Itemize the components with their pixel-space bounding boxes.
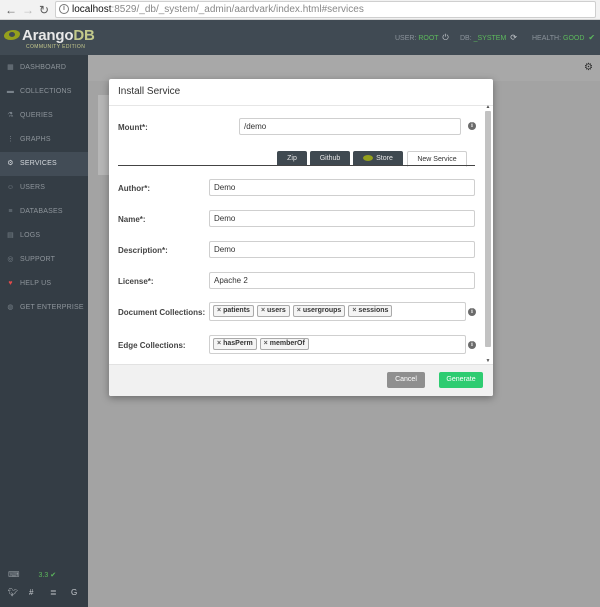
name-label: Name*: xyxy=(118,215,146,224)
collection-tag: × sessions xyxy=(348,305,393,317)
page-info-icon[interactable]: i xyxy=(59,4,69,14)
check-circle-icon: ✔ xyxy=(588,33,596,42)
remove-tag-icon[interactable]: × xyxy=(352,307,356,314)
tab-zip[interactable]: Zip xyxy=(277,151,307,166)
remove-tag-icon[interactable]: × xyxy=(217,307,221,314)
stackoverflow-icon[interactable]: ≣ xyxy=(50,588,71,597)
sidebar-item-users[interactable]: ☺ USERS xyxy=(0,176,88,200)
health-value: GOOD xyxy=(563,35,585,42)
edge-collections-input[interactable]: × hasPerm × memberOf xyxy=(209,335,466,354)
modal-divider xyxy=(109,105,493,106)
tab-github[interactable]: Github xyxy=(310,151,350,166)
document-collections-label: Document Collections: xyxy=(118,308,206,317)
document-collections-input[interactable]: × patients × users × usergroups × sessions xyxy=(209,302,466,321)
graph-icon: ⋮ xyxy=(6,136,15,143)
sidebar-item-graphs[interactable]: ⋮ GRAPHS xyxy=(0,128,88,152)
sidebar-item-logs[interactable]: ▤ LOGS xyxy=(0,224,88,248)
slack-icon[interactable]: # xyxy=(29,588,50,597)
sidebar-item-help-us[interactable]: ♥ HELP US xyxy=(0,272,88,296)
health-status: HEALTH: GOOD ✔ xyxy=(532,33,596,42)
arrow-left-icon[interactable]: ← xyxy=(4,2,18,18)
tab-divider xyxy=(118,165,475,166)
mount-label: Mount*: xyxy=(118,123,148,132)
check-circle-icon: ✔ xyxy=(50,572,57,579)
url-path: :8529/_db/_system/_admin/aardvark/index.… xyxy=(111,4,364,15)
license-input[interactable]: Apache 2 xyxy=(209,272,475,289)
description-label: Description*: xyxy=(118,246,168,255)
life-ring-icon: ◎ xyxy=(7,256,14,263)
heart-icon: ♥ xyxy=(8,280,13,287)
url-host: localhost xyxy=(72,4,112,15)
version-number: 3.3 xyxy=(38,572,49,579)
arrow-right-icon[interactable]: → xyxy=(21,2,35,18)
collection-tag: × usergroups xyxy=(292,305,346,317)
folder-icon: ▬ xyxy=(6,88,15,95)
globe-icon: ◍ xyxy=(7,304,14,311)
info-icon[interactable]: i xyxy=(468,122,476,130)
user-value: ROOT xyxy=(418,35,439,42)
modal-scrollbar[interactable]: ▲ ▼ xyxy=(485,104,491,364)
author-label: Author*: xyxy=(118,184,150,193)
file-icon: ▤ xyxy=(7,232,14,239)
license-label: License*: xyxy=(118,277,154,286)
sidebar-item-queries[interactable]: ⚗ QUERIES xyxy=(0,104,88,128)
name-input[interactable]: Demo xyxy=(209,210,475,227)
scroll-up-icon[interactable]: ▲ xyxy=(485,104,491,110)
user-status[interactable]: USER: ROOT ⏻ xyxy=(395,33,449,43)
address-bar[interactable]: i localhost:8529/_db/_system/_admin/aard… xyxy=(55,1,596,18)
remove-tag-icon[interactable]: × xyxy=(264,340,268,347)
avocado-icon xyxy=(4,30,20,40)
sidebar-item-collections[interactable]: ▬ COLLECTIONS xyxy=(0,80,88,104)
flask-icon: ⚗ xyxy=(7,112,14,119)
remove-tag-icon[interactable]: × xyxy=(297,307,301,314)
modal-title: Install Service xyxy=(118,86,181,97)
edition-label: COMMUNITY EDITION xyxy=(26,44,86,50)
dashboard-icon: ▦ xyxy=(7,64,14,71)
keyboard-icon[interactable]: ⌨ xyxy=(8,570,20,579)
collection-tag: × memberOf xyxy=(259,338,309,350)
avocado-icon xyxy=(363,155,374,161)
version-info: ⌨ 3.3 ✔ xyxy=(8,570,56,579)
social-links: 🐦︎ # ≣ G xyxy=(8,588,92,597)
sidebar-item-get-enterprise[interactable]: ◍ GET ENTERPRISE xyxy=(0,296,88,320)
sidebar-item-services[interactable]: ⚙ SERVICES xyxy=(0,152,88,176)
refresh-icon[interactable]: ⟳ xyxy=(510,33,517,42)
info-icon[interactable]: i xyxy=(468,341,476,349)
power-icon[interactable]: ⏻ xyxy=(442,33,448,42)
brand-name: ArangoDB xyxy=(22,27,95,44)
collection-tag: × hasPerm xyxy=(213,338,257,350)
sidebar-item-databases[interactable]: ≡ DATABASES xyxy=(0,200,88,224)
scroll-thumb[interactable] xyxy=(485,111,491,347)
gear-icon[interactable]: ⚙ xyxy=(584,62,593,73)
remove-tag-icon[interactable]: × xyxy=(261,307,265,314)
remove-tag-icon[interactable]: × xyxy=(217,340,221,347)
sidebar: ▦ DASHBOARD ▬ COLLECTIONS ⚗ QUERIES ⋮ GRAPHS… xyxy=(0,55,88,607)
collection-tag: × patients xyxy=(213,305,254,317)
generate-button[interactable]: Generate xyxy=(439,372,483,388)
cancel-button[interactable]: Cancel xyxy=(387,372,425,388)
twitter-icon[interactable]: 🐦︎ xyxy=(8,588,29,597)
info-icon[interactable]: i xyxy=(468,308,476,316)
mount-input[interactable]: /demo xyxy=(239,118,461,135)
modal-footer: Cancel Generate xyxy=(109,364,493,396)
db-status[interactable]: DB: _SYSTEM ⟳ xyxy=(460,33,517,42)
users-icon: ☺ xyxy=(6,184,15,191)
browser-toolbar: ← → ↻ i localhost:8529/_db/_system/_admi… xyxy=(0,0,600,20)
description-input[interactable]: Demo xyxy=(209,241,475,258)
content-toolbar: ⚙ xyxy=(88,55,600,81)
cogs-icon: ⚙ xyxy=(7,160,14,167)
tab-store[interactable]: Store xyxy=(353,151,403,166)
reload-icon[interactable]: ↻ xyxy=(37,2,51,18)
sidebar-item-dashboard[interactable]: ▦ DASHBOARD xyxy=(0,56,88,80)
collection-tag: × users xyxy=(256,305,290,317)
sidebar-item-support[interactable]: ◎ SUPPORT xyxy=(0,248,88,272)
db-value: _SYSTEM xyxy=(473,35,507,42)
database-icon: ≡ xyxy=(8,208,13,215)
author-input[interactable]: Demo xyxy=(209,179,475,196)
app-header: ArangoDB COMMUNITY EDITION USER: ROOT ⏻ … xyxy=(0,20,600,55)
edge-collections-label: Edge Collections: xyxy=(118,341,186,350)
install-service-modal: Install Service ▲ ▼ Mount*: /demo i Zip … xyxy=(109,79,493,396)
